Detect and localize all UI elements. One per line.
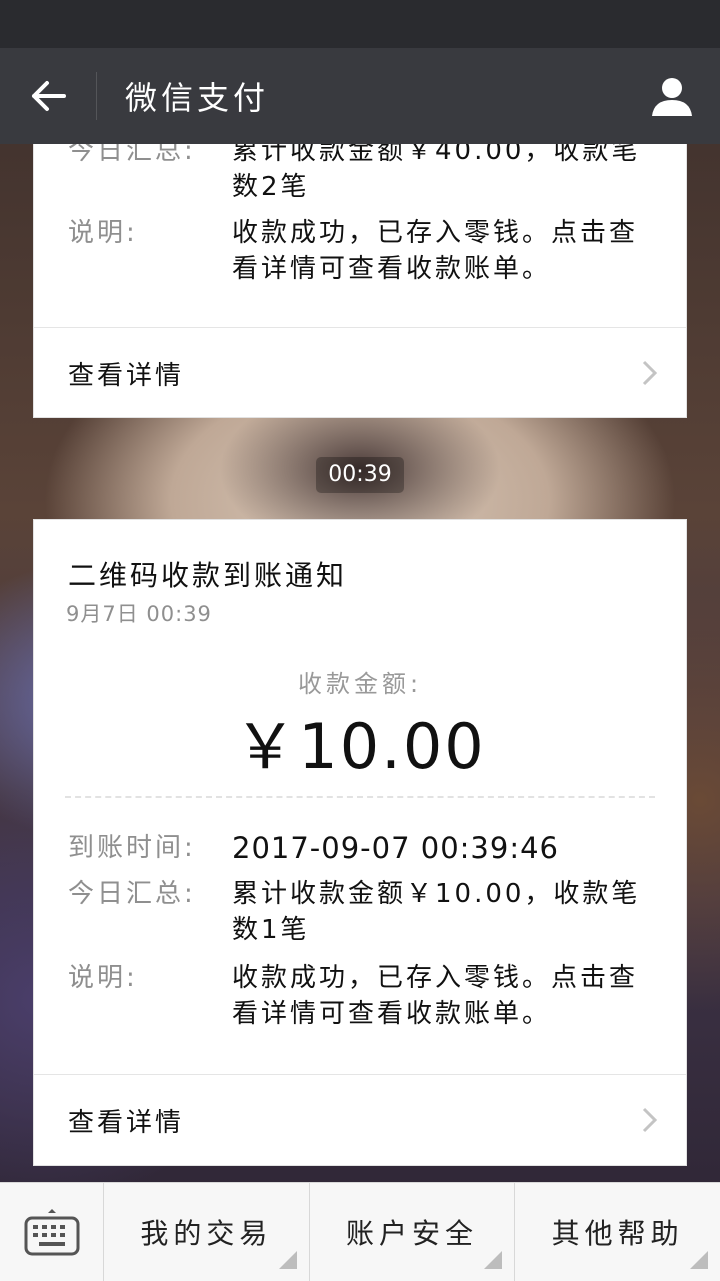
page-title: 微信支付 [125,79,270,117]
notice-date: 9月7日 00:39 [66,602,212,626]
submenu-indicator-icon [484,1251,503,1269]
summary-label: 今日汇总: [68,879,196,909]
summary-label: 今日汇总: [68,144,196,166]
keyboard-icon [24,1209,79,1256]
notice-card: 二维码收款到账通知 9月7日 00:39 收款金额: ￥10.00 到账时间: … [33,519,687,1166]
profile-button[interactable] [624,48,720,144]
submenu-indicator-icon [690,1251,709,1269]
menu-account-security[interactable]: 账户安全 [310,1183,516,1281]
view-details-label: 查看详情 [68,360,185,391]
arrow-left-icon [32,81,66,111]
top-nav-bar: 微信支付 [0,48,720,144]
summary-value: 累计收款金额￥10.00，收款笔数1笔 [232,879,641,945]
keyboard-toggle-button[interactable] [0,1183,104,1281]
bottom-menu-bar: 我的交易 账户安全 其他帮助 [0,1182,720,1281]
view-details-link[interactable]: 查看详情 [34,327,686,418]
menu-other-help[interactable]: 其他帮助 [515,1183,720,1281]
note-row: 说明: 收款成功，已存入零钱。点击查看详情可查看收款账单。 [34,960,652,1032]
menu-label: 我的交易 [140,1217,273,1250]
amount-value: ￥10.00 [234,710,486,783]
note-row: 说明: 收款成功，已存入零钱。点击查看详情可查看收款账单。 [34,215,652,287]
menu-label: 账户安全 [346,1217,479,1250]
status-bar [0,0,720,48]
menu-my-transactions[interactable]: 我的交易 [104,1183,310,1281]
nav-divider [96,72,97,120]
message-list[interactable]: 今日汇总: 累计收款金额￥40.00，收款笔数2笔 说明: 收款成功，已存入零钱… [0,144,720,1182]
arrival-value: 2017-09-07 00:39:46 [232,831,559,865]
view-details-label: 查看详情 [68,1107,185,1138]
back-button[interactable] [0,48,96,144]
note-label: 说明: [68,218,138,248]
chevron-right-icon [642,1107,658,1133]
amount-label: 收款金额: [297,670,423,698]
arrival-label: 到账时间: [68,833,196,863]
submenu-indicator-icon [278,1251,297,1269]
dashed-divider [65,796,655,798]
summary-row: 今日汇总: 累计收款金额￥10.00，收款笔数1笔 [34,876,652,948]
summary-row: 今日汇总: 累计收款金额￥40.00，收款笔数2笔 [34,144,652,205]
person-icon [652,78,692,116]
arrival-row: 到账时间: 2017-09-07 00:39:46 [34,830,652,866]
time-separator: 00:39 [316,457,404,493]
menu-label: 其他帮助 [551,1217,684,1250]
summary-value: 累计收款金额￥40.00，收款笔数2笔 [232,144,641,202]
previous-notice-card: 今日汇总: 累计收款金额￥40.00，收款笔数2笔 说明: 收款成功，已存入零钱… [33,144,687,418]
note-value: 收款成功，已存入零钱。点击查看详情可查看收款账单。 [232,218,639,284]
note-value: 收款成功，已存入零钱。点击查看详情可查看收款账单。 [232,963,639,1029]
notice-title: 二维码收款到账通知 [68,559,348,592]
chevron-right-icon [642,360,658,386]
note-label: 说明: [68,963,138,993]
view-details-link[interactable]: 查看详情 [34,1074,686,1165]
